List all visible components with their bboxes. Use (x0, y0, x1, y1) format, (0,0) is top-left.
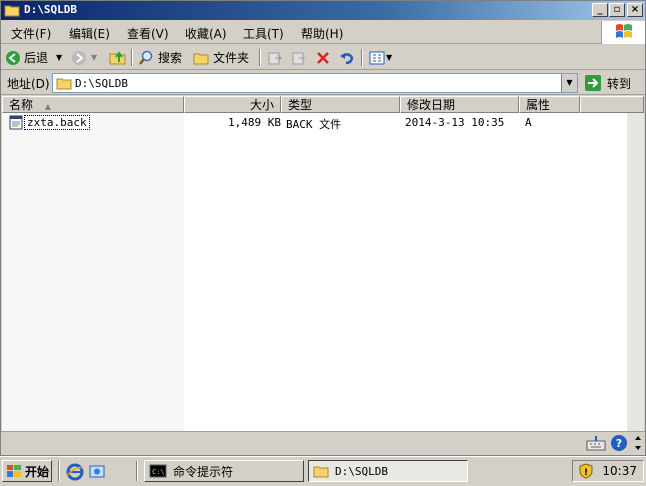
security-shield-icon[interactable]: ! (578, 463, 594, 479)
file-modified: 2014-3-13 10:35 (405, 116, 505, 129)
menu-tools[interactable]: 工具(T) (243, 25, 284, 42)
menu-favorites[interactable]: 收藏(A) (185, 25, 227, 42)
go-label: 转到 (607, 76, 632, 91)
windows-logo (601, 21, 645, 44)
file-attributes: A (525, 116, 532, 129)
file-list[interactable]: 名称 ▲ 大小 类型 修改日期 属性 zxta.back 1,489 KB BA… (2, 96, 644, 431)
folder-icon (56, 78, 72, 90)
copy-to-icon (292, 52, 305, 64)
column-header-attributes[interactable]: 属性 (519, 96, 580, 113)
back-label: 后退 (24, 51, 49, 65)
column-header-size[interactable]: 大小 (184, 96, 281, 113)
menu-view[interactable]: 查看(V) (127, 25, 169, 42)
svg-text:?: ? (616, 437, 622, 450)
column-header-type[interactable]: 类型 (281, 96, 400, 113)
views-dropdown-icon[interactable]: ▼ (386, 53, 392, 62)
column-header-name[interactable]: 名称 ▲ (2, 96, 184, 113)
views-button[interactable]: ▼ (369, 48, 392, 67)
show-desktop-icon[interactable] (88, 463, 106, 481)
keyboard-icon[interactable] (585, 433, 607, 453)
start-button[interactable]: 开始 (2, 460, 52, 482)
explorer-window: D:\SQLDB _ ▫ × 文件(F) 编辑(E) 查看(V) 收藏(A) 工… (0, 0, 646, 456)
folder-icon (4, 5, 20, 17)
folder-icon (313, 466, 329, 478)
name-column-highlight (2, 113, 184, 431)
minimize-button[interactable]: _ (592, 3, 608, 17)
column-header-filler (580, 96, 644, 113)
move-to-button[interactable] (267, 48, 283, 67)
scroll-arrows-icon[interactable] (631, 433, 645, 453)
help-icon[interactable]: ? (609, 433, 629, 453)
system-tray: ! 10:37 (572, 460, 644, 482)
windows-flag-icon (7, 465, 21, 477)
vertical-scrollbar[interactable] (627, 113, 644, 431)
menu-help[interactable]: 帮助(H) (301, 25, 343, 42)
status-icons: ? (585, 433, 645, 453)
task-explorer-window[interactable]: D:\SQLDB (308, 460, 468, 482)
file-icon (9, 115, 23, 130)
task-label: 命令提示符 (173, 464, 234, 479)
delete-button[interactable] (315, 48, 331, 67)
back-arrow-icon (6, 50, 20, 65)
go-arrow-icon (585, 75, 601, 91)
address-label: 地址(D) (7, 77, 50, 91)
undo-icon (340, 52, 354, 64)
go-button[interactable]: 转到 (584, 74, 631, 92)
title-bar[interactable]: D:\SQLDB _ ▫ × (1, 1, 645, 20)
toolbar-separator (131, 49, 133, 66)
internet-explorer-icon[interactable] (66, 463, 84, 481)
search-button[interactable]: 搜索 (138, 48, 182, 67)
menu-file[interactable]: 文件(F) (11, 25, 51, 42)
column-headers: 名称 ▲ 大小 类型 修改日期 属性 (2, 96, 644, 113)
window-title: D:\SQLDB (24, 3, 77, 16)
file-size: 1,489 KB (228, 116, 281, 129)
command-prompt-icon: C:\ (149, 464, 167, 478)
quicklaunch-separator (58, 461, 60, 481)
address-dropdown-button[interactable]: ▼ (561, 74, 577, 92)
folders-icon (193, 53, 209, 64)
forward-dropdown-icon[interactable]: ▼ (91, 53, 97, 62)
svg-text:!: ! (584, 468, 588, 478)
folders-label: 文件夹 (213, 51, 250, 65)
start-label: 开始 (25, 464, 50, 479)
taskbar: 开始 C:\ 命令提示符 D:\SQLDB ! 10:37 (0, 456, 646, 486)
folder-up-icon (109, 50, 126, 64)
move-to-icon (268, 52, 282, 64)
address-bar: 地址(D) D:\SQLDB ▼ 转到 (1, 71, 645, 95)
search-icon (139, 50, 153, 65)
menu-edit[interactable]: 编辑(E) (69, 25, 110, 42)
folders-button[interactable]: 文件夹 (193, 48, 249, 67)
back-dropdown-icon[interactable]: ▼ (56, 53, 62, 62)
back-button[interactable]: 后退 ▼ (5, 48, 62, 67)
sort-ascending-icon: ▲ (44, 102, 51, 111)
forward-button[interactable]: ▼ (71, 48, 97, 67)
file-name[interactable]: zxta.back (24, 115, 90, 130)
toolbar: 后退 ▼ ▼ 搜索 文件夹 ▼ (1, 45, 645, 70)
status-bar: ? (1, 431, 645, 455)
taskbar-separator (136, 461, 138, 481)
address-value: D:\SQLDB (75, 77, 128, 90)
undo-button[interactable] (339, 48, 355, 67)
forward-arrow-icon (72, 50, 86, 65)
delete-x-icon (317, 51, 329, 64)
copy-to-button[interactable] (291, 48, 307, 67)
restore-button[interactable]: ▫ (609, 3, 625, 17)
file-type: BACK 文件 (286, 118, 342, 131)
toolbar-separator (361, 49, 363, 66)
close-button[interactable]: × (627, 3, 643, 17)
up-folder-button[interactable] (109, 48, 127, 67)
menu-bar: 文件(F) 编辑(E) 查看(V) 收藏(A) 工具(T) 帮助(H) (1, 21, 645, 44)
toolbar-separator (259, 49, 261, 66)
clock[interactable]: 10:37 (602, 464, 637, 478)
views-grid-icon (369, 51, 385, 64)
windows-flag-icon (616, 24, 632, 38)
search-label: 搜索 (158, 51, 183, 65)
address-input[interactable]: D:\SQLDB ▼ (52, 73, 578, 93)
column-header-modified[interactable]: 修改日期 (400, 96, 519, 113)
svg-text:C:\: C:\ (152, 468, 165, 476)
file-row[interactable]: zxta.back 1,489 KB BACK 文件 2014-3-13 10:… (2, 115, 644, 131)
task-command-prompt[interactable]: C:\ 命令提示符 (144, 460, 304, 482)
task-label: D:\SQLDB (335, 464, 388, 478)
